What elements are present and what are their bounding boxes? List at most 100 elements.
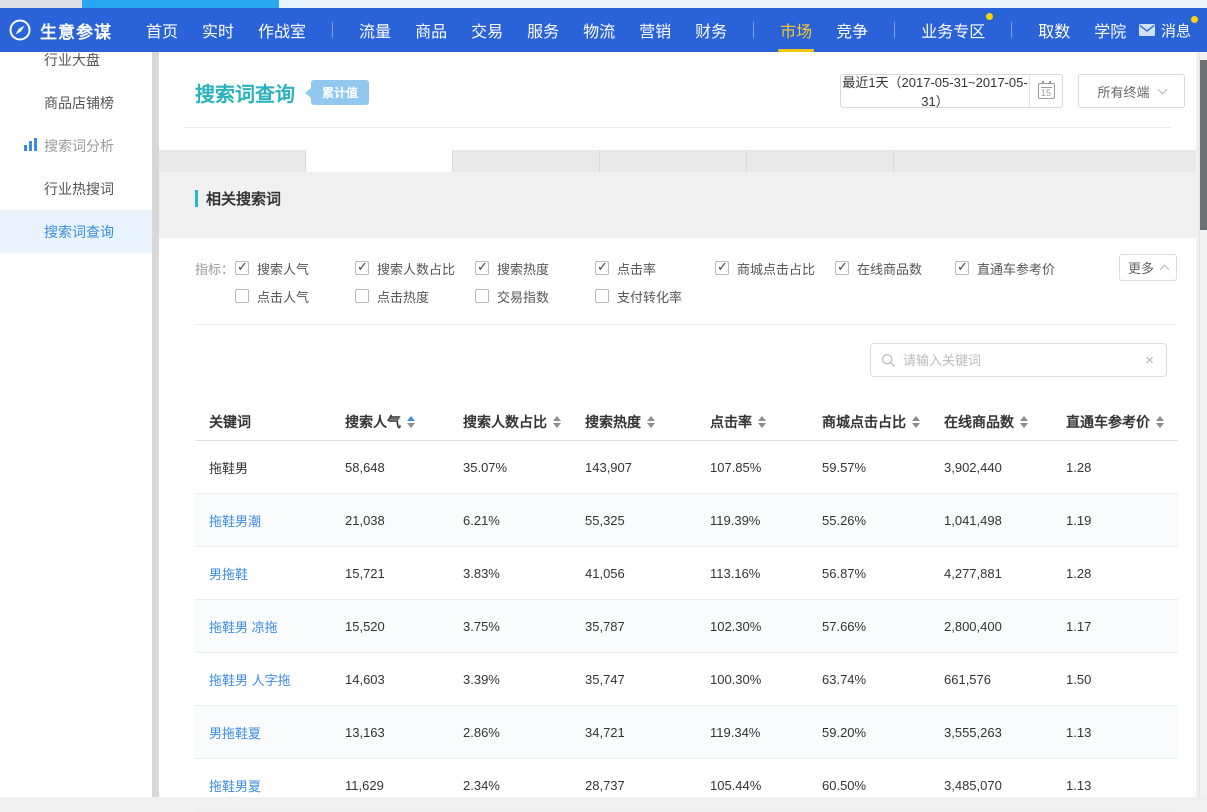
tab[interactable]	[747, 150, 894, 172]
checkbox-icon[interactable]	[235, 261, 249, 275]
main-content: 搜索词查询 累计值 最近1天（2017-05-31~2017-05-31） 15…	[159, 52, 1199, 797]
checkbox-icon[interactable]	[715, 261, 729, 275]
sort-icon[interactable]	[407, 416, 415, 428]
metric-checkbox-group[interactable]: 搜索人数占比	[355, 259, 475, 278]
sidebar-scrollbar-thumb[interactable]	[152, 52, 159, 797]
search-heat-cell: 55,325	[585, 513, 710, 528]
nav-item[interactable]: 竞争	[836, 18, 868, 42]
metric-checkbox-group[interactable]: 搜索人气	[235, 259, 355, 278]
mall-click-share-cell: 56.87%	[822, 566, 944, 581]
sidebar-scrollbar[interactable]	[152, 52, 159, 797]
keyword-cell[interactable]: 男拖鞋	[195, 564, 345, 583]
checkbox-icon[interactable]	[475, 289, 489, 303]
tab[interactable]	[600, 150, 747, 172]
date-range-picker[interactable]: 最近1天（2017-05-31~2017-05-31） 15	[840, 74, 1063, 108]
keyword-cell[interactable]: 拖鞋男 凉拖	[195, 617, 345, 636]
nav-item[interactable]: 商品	[415, 18, 447, 42]
nav-item[interactable]: 营销	[639, 18, 671, 42]
metric-checkbox-group[interactable]: 点击人气	[235, 287, 355, 306]
keyword-cell[interactable]: 拖鞋男 人字拖	[195, 670, 345, 689]
nav-item[interactable]	[894, 22, 895, 38]
sidebar-item[interactable]: 行业大盘	[0, 52, 152, 81]
checkbox-icon[interactable]	[835, 261, 849, 275]
table-header-cell[interactable]: 直通车参考价	[1066, 412, 1178, 432]
keyword-search-input[interactable]	[903, 353, 1143, 368]
sidebar-item[interactable]: 搜索词分析	[0, 124, 152, 167]
table-header-cell[interactable]: 商城点击占比	[822, 412, 944, 432]
tab[interactable]	[453, 150, 600, 172]
nav-item[interactable]: 财务	[695, 18, 727, 42]
sidebar-item[interactable]: 搜索词查询	[0, 210, 152, 253]
checkbox-icon[interactable]	[235, 289, 249, 303]
sort-down-triangle	[553, 423, 561, 428]
related-keywords-panel: 指标： 搜索人气 搜索人数占比	[159, 238, 1196, 797]
nav-item[interactable]	[753, 22, 754, 38]
sort-icon[interactable]	[553, 416, 561, 428]
sidebar-item[interactable]: 行业热搜词	[0, 167, 152, 210]
checkbox-icon[interactable]	[475, 261, 489, 275]
keyword-cell[interactable]: 男拖鞋夏	[195, 723, 345, 742]
tab[interactable]	[894, 150, 1196, 172]
searcher-share-cell: 35.07%	[463, 460, 585, 475]
nav-item[interactable]: 服务	[527, 18, 559, 42]
table-header-cell[interactable]: 搜索热度	[585, 412, 710, 432]
sort-icon[interactable]	[1020, 416, 1028, 428]
table-header-cell[interactable]: 关键词	[195, 412, 345, 432]
checkbox-icon[interactable]	[955, 261, 969, 275]
more-button[interactable]: 更多	[1119, 254, 1177, 281]
nav-item[interactable]: 流量	[359, 18, 391, 42]
nav-item[interactable]: 物流	[583, 18, 615, 42]
online-products-cell: 4,277,881	[944, 566, 1066, 581]
metric-checkbox-group[interactable]: 商城点击占比	[715, 259, 835, 278]
table-header-cell[interactable]: 搜索人数占比	[463, 412, 585, 432]
sort-icon[interactable]	[647, 416, 655, 428]
metric-checkbox-group[interactable]: 点击热度	[355, 287, 475, 306]
top-strip-blue-segment	[82, 0, 279, 8]
sort-icon[interactable]	[758, 416, 766, 428]
metric-checkbox-group[interactable]: 在线商品数	[835, 259, 955, 278]
nav-item[interactable]: 学院	[1094, 18, 1126, 42]
nav-item[interactable]	[1011, 22, 1012, 38]
keyword-cell[interactable]: 拖鞋男夏	[195, 776, 345, 795]
page-scrollbar[interactable]	[1199, 52, 1207, 797]
metric-checkbox-group[interactable]: 交易指数	[475, 287, 595, 306]
nav-item[interactable]: 取数	[1038, 18, 1070, 42]
nav-item[interactable]	[332, 22, 333, 38]
nav-item[interactable]: 业务专区	[921, 18, 985, 42]
search-popularity-cell: 13,163	[345, 725, 463, 740]
app-logo[interactable]: 生意参谋	[8, 18, 112, 43]
tab[interactable]	[159, 150, 306, 172]
sort-down-triangle	[407, 423, 415, 428]
nav-item[interactable]: 作战室	[258, 18, 306, 42]
metric-checkbox-group[interactable]: 搜索热度	[475, 259, 595, 278]
table-header-cell[interactable]: 搜索人气	[345, 412, 463, 432]
sort-down-triangle	[758, 423, 766, 428]
terminal-dropdown[interactable]: 所有终端	[1078, 74, 1185, 108]
checkbox-icon[interactable]	[595, 261, 609, 275]
table-header-cell[interactable]: 在线商品数	[944, 412, 1066, 432]
nav-item[interactable]: 实时	[202, 18, 234, 42]
sort-icon[interactable]	[912, 416, 920, 428]
calendar-button[interactable]: 15	[1029, 75, 1062, 107]
sort-icon[interactable]	[1156, 416, 1164, 428]
keyword-cell[interactable]: 拖鞋男	[195, 458, 345, 477]
metric-checkbox-group[interactable]: 直通车参考价	[955, 259, 1075, 278]
tab[interactable]	[306, 150, 453, 172]
nav-item[interactable]: 市场	[780, 18, 812, 42]
messages-button[interactable]: 消息	[1139, 20, 1191, 41]
checkbox-icon[interactable]	[355, 289, 369, 303]
checkbox-icon[interactable]	[595, 289, 609, 303]
metric-checkbox-group[interactable]: 支付转化率	[595, 287, 715, 306]
sidebar-item[interactable]: 商品店铺榜	[0, 81, 152, 124]
click-rate-cell: 105.44%	[710, 778, 822, 793]
table-row: 拖鞋男 人字拖 14,603 3.39% 35,747 100.30% 63.7…	[195, 653, 1178, 706]
metric-checkbox-group[interactable]: 点击率	[595, 259, 715, 278]
table-header-cell[interactable]: 点击率	[710, 412, 822, 432]
page-scrollbar-thumb[interactable]	[1200, 60, 1207, 230]
nav-item[interactable]: 交易	[471, 18, 503, 42]
keyword-cell[interactable]: 拖鞋男潮	[195, 511, 345, 530]
checkbox-icon[interactable]	[355, 261, 369, 275]
table-row: 拖鞋男夏 11,629 2.34% 28,737 105.44% 60.50% …	[195, 759, 1178, 812]
clear-search-icon[interactable]: ×	[1143, 353, 1156, 368]
nav-item[interactable]: 首页	[146, 18, 178, 42]
